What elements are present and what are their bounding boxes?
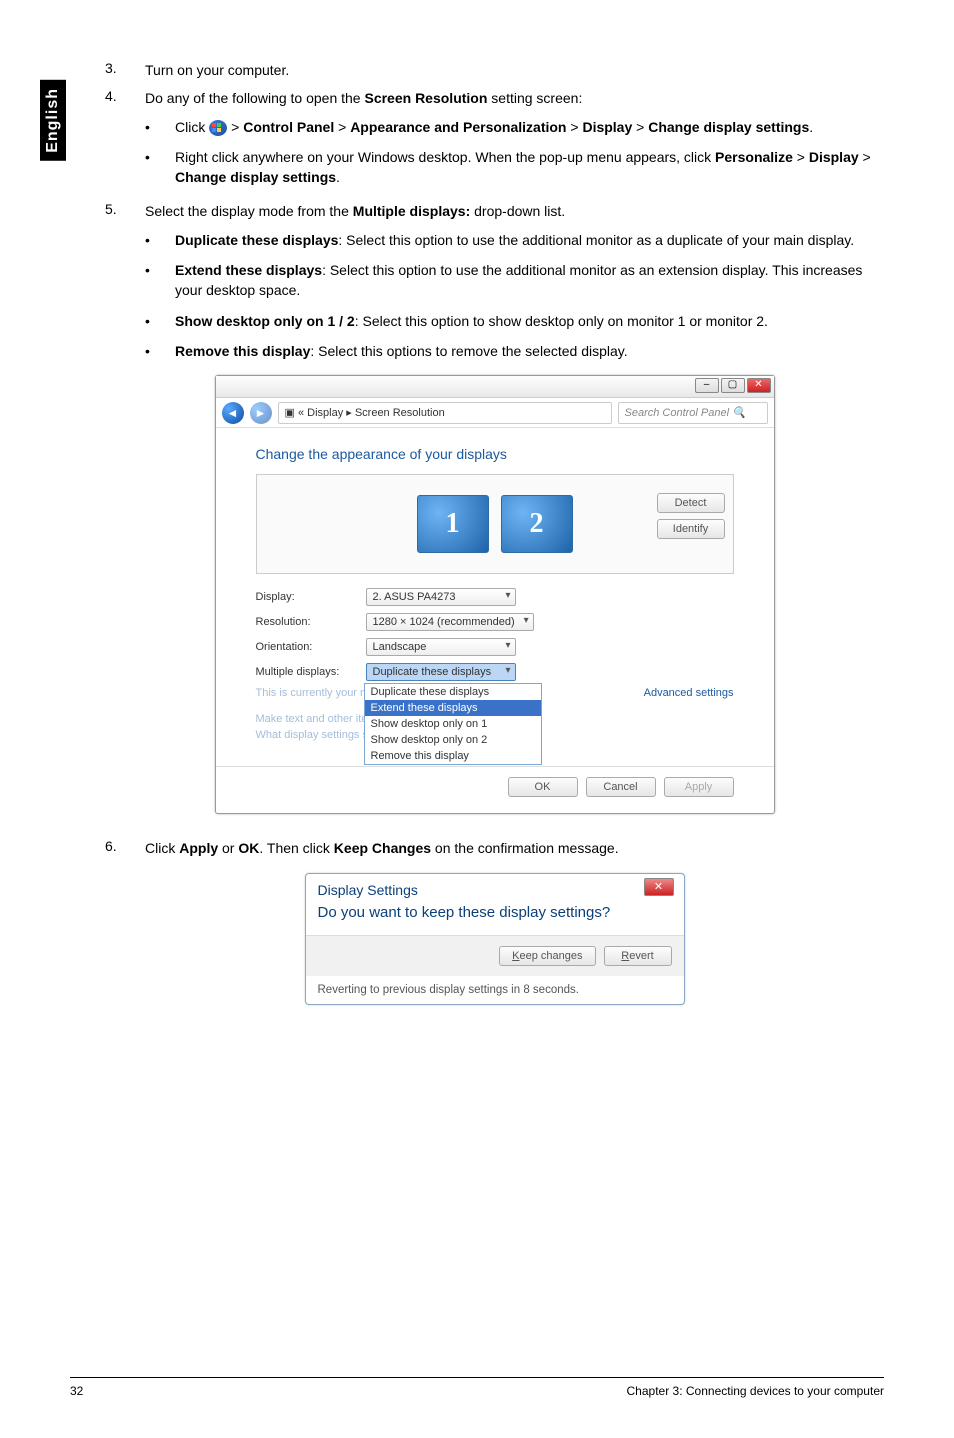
display-label: Display: xyxy=(256,591,366,603)
multiple-displays-label: Multiple displays: xyxy=(256,666,366,678)
step-text: Click Apply or OK. Then click Keep Chang… xyxy=(145,838,884,858)
bullet-dot: • xyxy=(145,147,175,188)
language-tab: English xyxy=(40,80,66,161)
ok-button[interactable]: OK xyxy=(508,777,578,797)
step-number: 4. xyxy=(105,88,145,108)
confirmation-dialog: Display Settings ✕ Do you want to keep t… xyxy=(305,873,685,1005)
menu-option-extend[interactable]: Extend these displays xyxy=(365,700,541,716)
orientation-dropdown[interactable]: Landscape xyxy=(366,638,516,656)
cancel-button[interactable]: Cancel xyxy=(586,777,656,797)
panel-heading: Change the appearance of your displays xyxy=(256,446,734,462)
monitor-2[interactable]: 2 xyxy=(501,495,573,553)
bullet-text: Remove this display: Select this options… xyxy=(175,341,884,361)
page-number: 32 xyxy=(70,1384,83,1398)
window-titlebar[interactable]: – ▢ ✕ xyxy=(216,376,774,398)
apply-button[interactable]: Apply xyxy=(664,777,734,797)
multiple-displays-dropdown[interactable]: Duplicate these displays xyxy=(366,663,516,681)
search-input[interactable]: Search Control Panel 🔍 xyxy=(618,402,768,424)
resolution-label: Resolution: xyxy=(256,616,366,628)
bullet-text: Click > Control Panel > Appearance and P… xyxy=(175,117,884,137)
step-text: Turn on your computer. xyxy=(145,60,884,80)
bullet-dot: • xyxy=(145,117,175,137)
dialog-title: Display Settings xyxy=(318,882,418,898)
screen-resolution-window: – ▢ ✕ ◄ ► ▣ « Display ▸ Screen Resolutio… xyxy=(215,375,775,814)
display-dropdown[interactable]: 2. ASUS PA4273 xyxy=(366,588,516,606)
menu-option-remove[interactable]: Remove this display xyxy=(365,748,541,764)
back-button[interactable]: ◄ xyxy=(222,402,244,424)
step-number: 5. xyxy=(105,201,145,221)
menu-option-show1[interactable]: Show desktop only on 1 xyxy=(365,716,541,732)
bullet-dot: • xyxy=(145,311,175,331)
close-button[interactable]: ✕ xyxy=(747,378,771,393)
bullet-text: Extend these displays: Select this optio… xyxy=(175,260,884,301)
step-text: Select the display mode from the Multipl… xyxy=(145,201,884,221)
keep-changes-button[interactable]: Keep changes xyxy=(499,946,595,966)
menu-option-show2[interactable]: Show desktop only on 2 xyxy=(365,732,541,748)
breadcrumb[interactable]: ▣ « Display ▸ Screen Resolution xyxy=(278,402,612,424)
bullet-text: Duplicate these displays: Select this op… xyxy=(175,230,884,250)
minimize-button[interactable]: – xyxy=(695,378,719,393)
bullet-dot: • xyxy=(145,341,175,361)
multiple-displays-menu[interactable]: Duplicate these displays Extend these di… xyxy=(364,683,542,765)
bullet-text: Right click anywhere on your Windows des… xyxy=(175,147,884,188)
revert-button[interactable]: Revert xyxy=(604,946,672,966)
bullet-dot: • xyxy=(145,230,175,250)
orientation-label: Orientation: xyxy=(256,641,366,653)
step-number: 6. xyxy=(105,838,145,858)
windows-start-icon xyxy=(209,120,227,136)
chapter-title: Chapter 3: Connecting devices to your co… xyxy=(627,1384,884,1398)
detect-button[interactable]: Detect xyxy=(657,493,725,513)
bullet-dot: • xyxy=(145,260,175,301)
resolution-dropdown[interactable]: 1280 × 1024 (recommended) xyxy=(366,613,534,631)
dialog-question: Do you want to keep these display settin… xyxy=(306,902,684,935)
dialog-footer-text: Reverting to previous display settings i… xyxy=(306,976,684,1004)
forward-button[interactable]: ► xyxy=(250,402,272,424)
menu-option-duplicate[interactable]: Duplicate these displays xyxy=(365,684,541,700)
step-text: Do any of the following to open the Scre… xyxy=(145,88,884,108)
monitor-1[interactable]: 1 xyxy=(417,495,489,553)
dialog-close-button[interactable]: ✕ xyxy=(644,878,674,896)
advanced-settings-link[interactable]: Advanced settings xyxy=(644,687,734,699)
step-number: 3. xyxy=(105,60,145,80)
maximize-button[interactable]: ▢ xyxy=(721,378,745,393)
identify-button[interactable]: Identify xyxy=(657,519,725,539)
bullet-text: Show desktop only on 1 / 2: Select this … xyxy=(175,311,884,331)
monitor-preview[interactable]: 1 2 Detect Identify xyxy=(256,474,734,574)
